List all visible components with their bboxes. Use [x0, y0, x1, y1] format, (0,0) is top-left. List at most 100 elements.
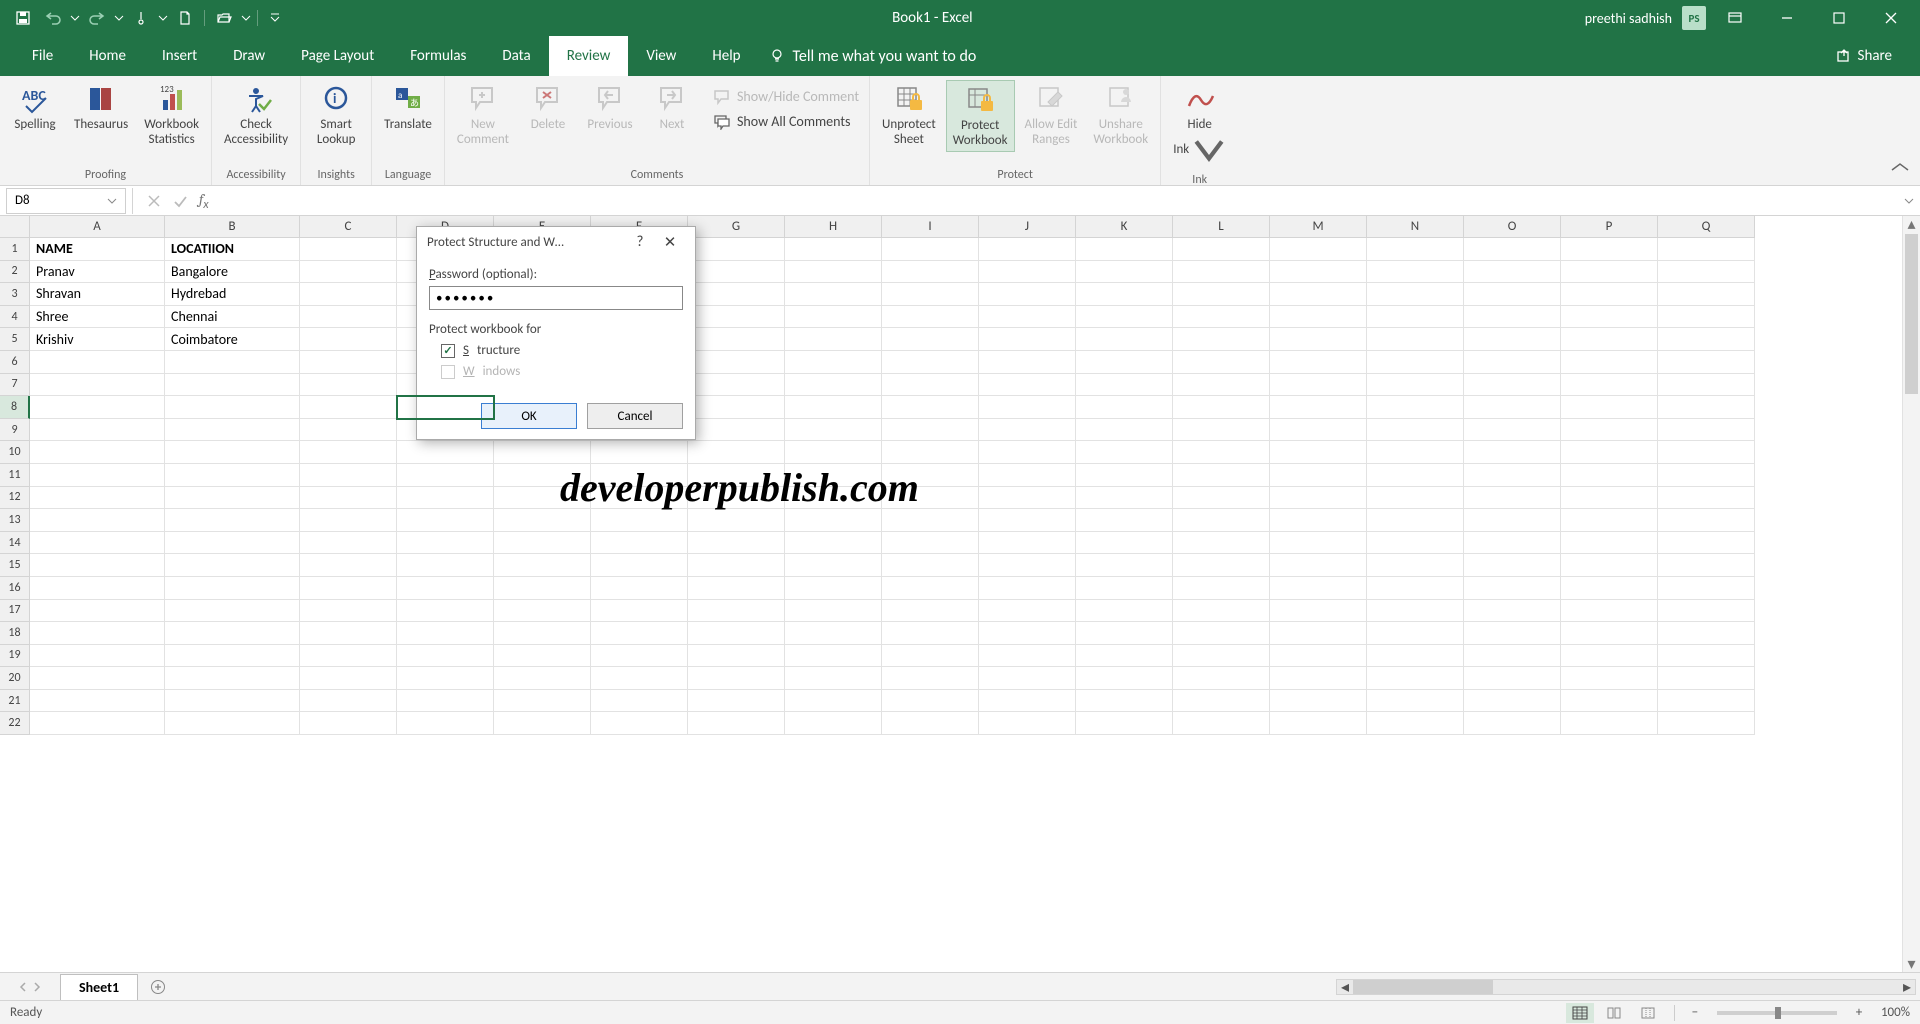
cell[interactable] [1561, 238, 1658, 261]
touch-dropdown-icon[interactable] [158, 10, 168, 26]
cell[interactable] [165, 712, 300, 735]
cell[interactable] [1270, 667, 1367, 690]
cell[interactable] [1270, 712, 1367, 735]
cell[interactable] [688, 351, 785, 374]
cell[interactable] [1367, 487, 1464, 510]
cell[interactable] [1464, 351, 1561, 374]
cell[interactable]: NAME [30, 238, 165, 261]
tab-next-icon[interactable] [32, 982, 42, 992]
cell[interactable] [1173, 306, 1270, 329]
cell[interactable] [1658, 667, 1755, 690]
row-header[interactable]: 8 [0, 396, 30, 419]
cell[interactable] [1367, 554, 1464, 577]
cell[interactable] [1076, 464, 1173, 487]
cell[interactable] [1076, 554, 1173, 577]
cell[interactable] [591, 554, 688, 577]
cell[interactable] [785, 667, 882, 690]
menu-view[interactable]: View [628, 36, 694, 76]
cell[interactable] [397, 374, 494, 397]
cell[interactable] [1658, 306, 1755, 329]
cell[interactable] [30, 690, 165, 713]
cell[interactable] [591, 600, 688, 623]
cell[interactable] [785, 554, 882, 577]
cell[interactable] [688, 509, 785, 532]
column-header[interactable]: B [165, 216, 300, 238]
cell[interactable] [1464, 441, 1561, 464]
cell[interactable] [397, 441, 494, 464]
cell[interactable] [785, 577, 882, 600]
cell[interactable] [1561, 667, 1658, 690]
cell[interactable] [1658, 351, 1755, 374]
cell[interactable] [300, 283, 397, 306]
cell[interactable] [1658, 712, 1755, 735]
cell[interactable] [979, 306, 1076, 329]
cell[interactable] [494, 622, 591, 645]
cell[interactable] [1561, 690, 1658, 713]
cell[interactable] [1561, 328, 1658, 351]
cell[interactable] [494, 351, 591, 374]
chevron-down-icon[interactable] [107, 196, 117, 206]
cell[interactable] [1270, 306, 1367, 329]
cell[interactable] [1658, 532, 1755, 555]
cell[interactable] [300, 351, 397, 374]
cell[interactable] [1076, 487, 1173, 510]
cell[interactable] [688, 600, 785, 623]
cell[interactable] [397, 351, 494, 374]
cell[interactable] [1173, 600, 1270, 623]
scroll-down-icon[interactable]: ▾ [1903, 956, 1920, 972]
cell[interactable] [591, 238, 688, 261]
cell[interactable] [300, 577, 397, 600]
cell[interactable] [1270, 600, 1367, 623]
cell[interactable]: Bangalore [165, 261, 300, 284]
hide-ink-button[interactable]: Hide Ink [1167, 80, 1232, 171]
cell[interactable] [397, 464, 494, 487]
cell[interactable] [1464, 712, 1561, 735]
column-header[interactable]: J [979, 216, 1076, 238]
cell[interactable] [30, 419, 165, 442]
cell[interactable] [1270, 464, 1367, 487]
cell[interactable] [494, 554, 591, 577]
cell[interactable] [979, 690, 1076, 713]
cell[interactable] [1561, 712, 1658, 735]
minimize-icon[interactable] [1764, 0, 1810, 36]
cell[interactable]: Coimbatore [165, 328, 300, 351]
cell[interactable] [1270, 238, 1367, 261]
cell[interactable] [1076, 600, 1173, 623]
cell[interactable] [1367, 622, 1464, 645]
cell[interactable] [591, 441, 688, 464]
cell[interactable] [591, 396, 688, 419]
cell[interactable] [300, 419, 397, 442]
cell[interactable] [1561, 419, 1658, 442]
cell[interactable] [494, 283, 591, 306]
cell[interactable] [882, 509, 979, 532]
cell[interactable] [1270, 690, 1367, 713]
cell[interactable] [494, 374, 591, 397]
cell[interactable] [785, 712, 882, 735]
cell[interactable] [165, 690, 300, 713]
column-header[interactable]: L [1173, 216, 1270, 238]
cell[interactable] [397, 532, 494, 555]
cell[interactable] [979, 554, 1076, 577]
collapse-ribbon-icon[interactable] [1890, 160, 1910, 179]
cell[interactable] [1561, 577, 1658, 600]
column-header[interactable]: G [688, 216, 785, 238]
column-header[interactable]: D [397, 216, 494, 238]
cell[interactable] [979, 600, 1076, 623]
cell[interactable] [1270, 351, 1367, 374]
cell[interactable] [1076, 645, 1173, 668]
column-header[interactable]: P [1561, 216, 1658, 238]
cell[interactable] [1464, 283, 1561, 306]
cell[interactable] [1464, 554, 1561, 577]
cell[interactable] [397, 667, 494, 690]
cell[interactable] [1464, 238, 1561, 261]
zoom-knob[interactable] [1775, 1007, 1781, 1019]
cell[interactable]: Pranav [30, 261, 165, 284]
select-all-corner[interactable] [0, 216, 30, 238]
cell[interactable] [1561, 622, 1658, 645]
cell[interactable] [688, 261, 785, 284]
cell[interactable] [979, 374, 1076, 397]
cell[interactable] [1270, 622, 1367, 645]
menu-help[interactable]: Help [694, 36, 758, 76]
cell[interactable] [300, 261, 397, 284]
cell[interactable] [979, 509, 1076, 532]
